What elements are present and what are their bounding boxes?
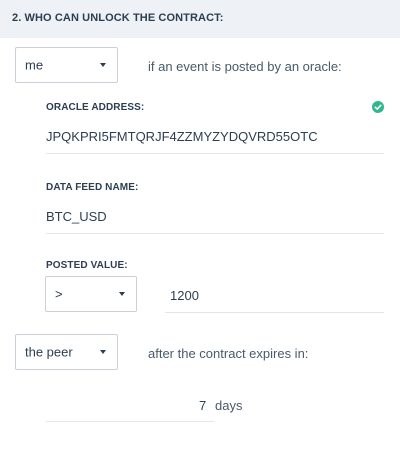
oracle-rule-description: if an event is posted by an oracle: (148, 59, 342, 74)
expiry-rule-description: after the contract expires in: (148, 346, 309, 361)
expiry-days-unit: days (215, 398, 243, 413)
chevron-down-icon (119, 292, 125, 296)
comparison-operator-value: > (55, 286, 63, 302)
posted-value-underline (165, 312, 384, 313)
check-circle-icon (372, 101, 384, 113)
expiry-party-select[interactable]: the peer (15, 334, 118, 370)
posted-value-input[interactable]: 1200 (170, 288, 199, 303)
chevron-down-icon (100, 63, 106, 67)
oracle-address-input[interactable]: JPQKPRI5FMTQRJF4ZZMYZYDQVRD55OTC (46, 129, 318, 144)
chevron-down-icon (100, 350, 106, 354)
data-feed-underline (46, 233, 384, 234)
comparison-operator-select[interactable]: > (45, 276, 137, 312)
unlocker-select[interactable]: me (15, 47, 118, 83)
expiry-days-underline (46, 421, 214, 422)
posted-value-label: POSTED VALUE: (46, 260, 128, 271)
section-header: 2. WHO CAN UNLOCK THE CONTRACT: (0, 0, 400, 38)
unlocker-select-value: me (25, 57, 44, 73)
data-feed-input[interactable]: BTC_USD (46, 209, 107, 224)
expiry-days-input[interactable]: 7 (199, 398, 206, 413)
oracle-address-label: ORACLE ADDRESS: (46, 102, 145, 113)
data-feed-label: DATA FEED NAME: (46, 182, 139, 193)
expiry-party-value: the peer (25, 344, 73, 360)
oracle-address-underline (46, 153, 384, 154)
section-title: 2. WHO CAN UNLOCK THE CONTRACT: (12, 12, 224, 24)
